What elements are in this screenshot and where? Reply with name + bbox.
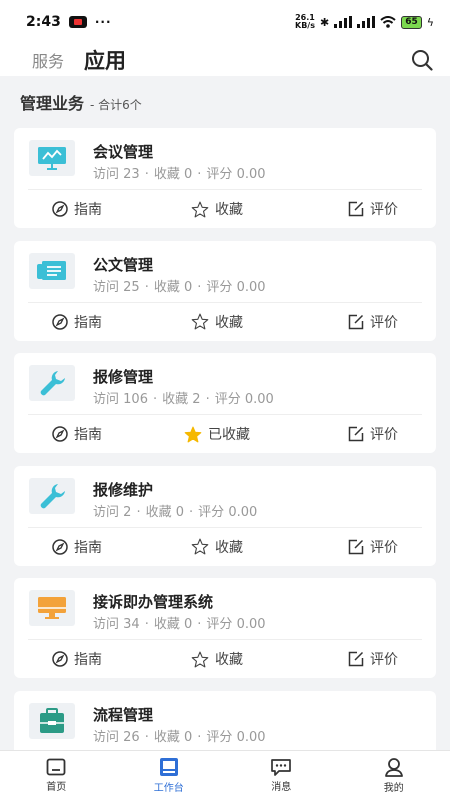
user-icon: [384, 758, 403, 777]
edit-icon: [348, 314, 364, 329]
card-actions: 指南 已收藏 评价: [14, 415, 436, 453]
favorite-button[interactable]: 收藏: [154, 537, 280, 557]
star-outline-icon: [191, 313, 209, 330]
status-time: 2:43: [26, 14, 61, 30]
app-stats: 访问 106 · 收藏 2 · 评分 0.00: [93, 392, 274, 407]
review-button[interactable]: 评价: [280, 312, 436, 332]
section-count: - 合计6个: [90, 98, 142, 112]
card-actions: 指南 收藏 评价: [14, 303, 436, 341]
charging-icon: ϟ: [426, 15, 434, 29]
app-name: 公文管理: [93, 255, 154, 274]
guide-button[interactable]: 指南: [14, 649, 154, 669]
tab-home[interactable]: 首页: [0, 751, 113, 800]
favorite-button[interactable]: 收藏: [154, 199, 280, 219]
signal-icon-2: [357, 16, 376, 28]
monitor-icon: [29, 590, 75, 626]
wifi-icon: [380, 16, 396, 28]
review-button[interactable]: 评价: [280, 424, 436, 444]
network-speed: 26.1 KB/s: [295, 13, 315, 30]
app-card[interactable]: 公文管理 访问 25 · 收藏 0 · 评分 0.00 指南 收藏 评价: [14, 240, 436, 341]
compass-icon: [52, 201, 68, 217]
app-name: 接诉即办管理系统: [93, 593, 214, 611]
guide-button[interactable]: 指南: [14, 537, 154, 557]
status-bar: 2:43 ··· 26.1 KB/s ✱ 65 ϟ: [0, 0, 450, 44]
compass-icon: [52, 426, 68, 442]
edit-icon: [348, 651, 364, 667]
more-notifications-icon: ···: [94, 15, 112, 29]
section-title-text: 管理业务: [20, 94, 85, 113]
section-title: 管理业务 - 合计6个: [20, 90, 142, 114]
presentation-icon: [29, 140, 75, 176]
guide-button[interactable]: 指南: [14, 424, 154, 444]
app-name: 会议管理: [93, 143, 154, 161]
app-stats: 访问 34 · 收藏 0 · 评分 0.00: [93, 617, 266, 632]
star-outline-icon: [191, 201, 209, 217]
document-icon: [29, 252, 75, 289]
app-card[interactable]: 会议管理 访问 23 · 收藏 0 · 评分 0.00 指南 收藏 评价: [14, 128, 436, 228]
home-icon: [46, 758, 66, 776]
review-button[interactable]: 评价: [280, 537, 436, 557]
app-name: 报修维护: [93, 480, 154, 499]
tab-service[interactable]: 服务: [32, 48, 64, 72]
workbench-icon: [159, 758, 178, 776]
star-filled-icon: [184, 426, 202, 442]
signal-icon: [334, 16, 353, 28]
star-outline-icon: [191, 538, 209, 555]
favorite-button[interactable]: 收藏: [154, 649, 280, 669]
compass-icon: [52, 538, 68, 555]
app-stats: 访问 2 · 收藏 0 · 评分 0.00: [93, 504, 258, 520]
top-navigation: 服务 应用: [0, 44, 450, 76]
search-icon: [412, 50, 433, 71]
card-actions: 指南 收藏 评价: [14, 640, 436, 678]
card-actions: 指南 收藏 评价: [14, 190, 436, 228]
app-stats: 访问 23 · 收藏 0 · 评分 0.00: [93, 167, 266, 182]
tab-workbench[interactable]: 工作台: [113, 751, 226, 800]
guide-button[interactable]: 指南: [14, 199, 154, 219]
review-button[interactable]: 评价: [280, 199, 436, 219]
tab-app[interactable]: 应用: [84, 45, 126, 75]
app-notification-icon: [68, 16, 87, 28]
star-outline-icon: [191, 651, 209, 667]
app-list: 会议管理 访问 23 · 收藏 0 · 评分 0.00 指南 收藏 评价 公文管…: [14, 128, 436, 800]
edit-icon: [348, 426, 364, 442]
app-stats: 访问 25 · 收藏 0 · 评分 0.00: [93, 279, 266, 295]
tab-messages[interactable]: 消息: [225, 751, 338, 800]
app-name: 报修管理: [93, 368, 154, 386]
app-card[interactable]: 报修管理 访问 106 · 收藏 2 · 评分 0.00 指南 已收藏 评价: [14, 353, 436, 453]
bottom-tab-bar: 首页 工作台 消息 我的: [0, 750, 450, 800]
search-button[interactable]: [410, 48, 434, 72]
message-icon: [271, 759, 292, 776]
toolbox-icon: [29, 702, 75, 739]
edit-icon: [348, 201, 364, 217]
app-card[interactable]: 接诉即办管理系统 访问 34 · 收藏 0 · 评分 0.00 指南 收藏 评价: [14, 578, 436, 678]
edit-icon: [348, 539, 364, 554]
app-stats: 访问 26 · 收藏 0 · 评分 0.00: [93, 729, 266, 745]
app-card[interactable]: 报修维护 访问 2 · 收藏 0 · 评分 0.00 指南 收藏 评价: [14, 465, 436, 566]
wrench-icon: [29, 365, 75, 401]
favorited-button[interactable]: 已收藏: [154, 424, 280, 444]
app-name: 流程管理: [93, 705, 154, 724]
review-button[interactable]: 评价: [280, 649, 436, 669]
compass-icon: [52, 651, 68, 667]
bluetooth-icon: ✱: [319, 15, 330, 29]
compass-icon: [52, 313, 68, 330]
wrench-icon: [29, 477, 75, 514]
tab-mine[interactable]: 我的: [338, 751, 450, 800]
card-actions: 指南 收藏 评价: [14, 528, 436, 566]
favorite-button[interactable]: 收藏: [154, 312, 280, 332]
battery-indicator: 65: [401, 15, 422, 29]
guide-button[interactable]: 指南: [14, 312, 154, 332]
